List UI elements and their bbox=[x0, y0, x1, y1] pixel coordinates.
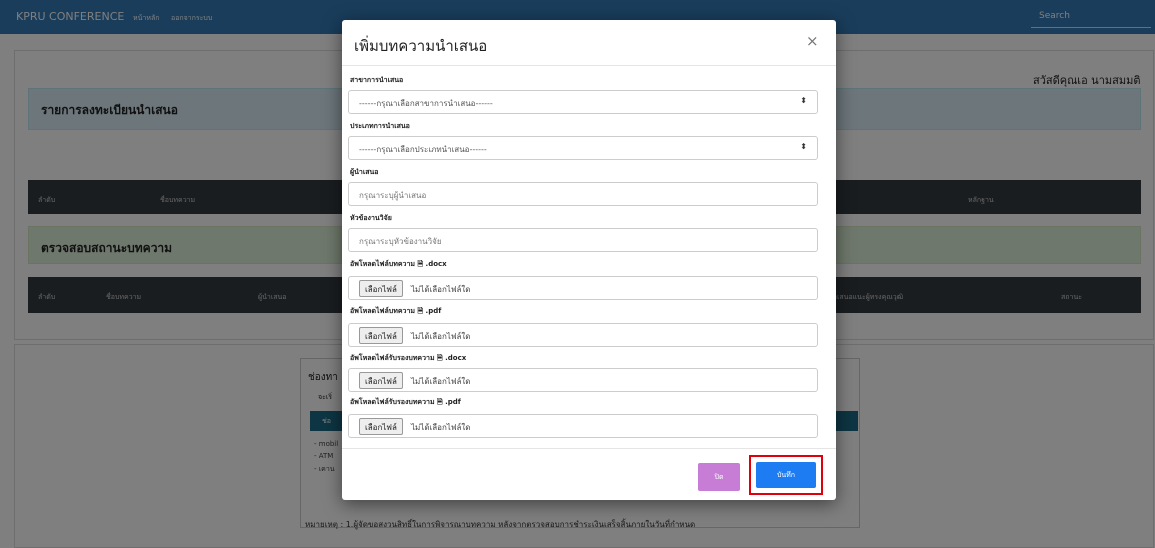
presenter-label: ผู้นำเสนอ bbox=[350, 168, 379, 176]
file-icon: 🗎 bbox=[417, 307, 424, 315]
add-article-modal: เพิ่มบทความนำเสนอ × สาขาการนำเสนอ ------… bbox=[342, 20, 836, 500]
save-button[interactable]: บันทึก bbox=[756, 462, 816, 488]
article-pdf-file-input[interactable]: เลือกไฟล์ ไม่ได้เลือกไฟล์ใด bbox=[348, 323, 818, 347]
modal-footer: ปิด บันทึก bbox=[342, 448, 836, 500]
close-icon[interactable]: × bbox=[806, 32, 819, 50]
certificate-docx-file-input[interactable]: เลือกไฟล์ ไม่ได้เลือกไฟล์ใด bbox=[348, 368, 818, 392]
research-topic-input[interactable]: กรุณาระบุหัวข้องานวิจัย bbox=[348, 228, 818, 252]
no-file-text: ไม่ได้เลือกไฟล์ใด bbox=[411, 285, 471, 294]
type-select-value: ------กรุณาเลือกประเภทนำเสนอ------ bbox=[359, 145, 487, 154]
file-icon: 🗎 bbox=[417, 260, 424, 268]
branch-label: สาขาการนำเสนอ bbox=[350, 76, 404, 84]
research-topic-label: หัวข้องานวิจัย bbox=[350, 214, 392, 222]
save-button-highlight: บันทึก bbox=[749, 455, 823, 495]
presenter-input[interactable]: กรุณาระบุผู้นำเสนอ bbox=[348, 182, 818, 206]
branch-select-value: ------กรุณาเลือกสาขาการนำเสนอ------ bbox=[359, 99, 493, 108]
no-file-text: ไม่ได้เลือกไฟล์ใด bbox=[411, 423, 471, 432]
presenter-placeholder: กรุณาระบุผู้นำเสนอ bbox=[359, 191, 427, 200]
certificate-docx-label: อัพโหลดไฟล์รับรองบทความ 🗎 .docx bbox=[350, 354, 467, 362]
file-icon: 🗎 bbox=[437, 398, 443, 406]
article-pdf-label: อัพโหลดไฟล์บทความ 🗎 .pdf bbox=[350, 307, 442, 315]
type-label: ประเภทการนำเสนอ bbox=[350, 122, 410, 130]
certificate-pdf-file-input[interactable]: เลือกไฟล์ ไม่ได้เลือกไฟล์ใด bbox=[348, 414, 818, 438]
modal-title: เพิ่มบทความนำเสนอ bbox=[354, 37, 488, 55]
type-select[interactable]: ------กรุณาเลือกประเภทนำเสนอ------ ⬍ bbox=[348, 136, 818, 160]
no-file-text: ไม่ได้เลือกไฟล์ใด bbox=[411, 377, 471, 386]
certificate-pdf-label: อัพโหลดไฟล์รับรองบทความ 🗎 .pdf bbox=[350, 398, 461, 406]
updown-arrow-icon: ⬍ bbox=[800, 96, 807, 105]
close-button[interactable]: ปิด bbox=[698, 463, 740, 491]
modal-header: เพิ่มบทความนำเสนอ × bbox=[342, 20, 836, 66]
choose-file-button[interactable]: เลือกไฟล์ bbox=[359, 372, 403, 389]
article-docx-label: อัพโหลดไฟล์บทความ 🗎 .docx bbox=[350, 260, 447, 268]
choose-file-button[interactable]: เลือกไฟล์ bbox=[359, 280, 403, 297]
branch-select[interactable]: ------กรุณาเลือกสาขาการนำเสนอ------ ⬍ bbox=[348, 90, 818, 114]
no-file-text: ไม่ได้เลือกไฟล์ใด bbox=[411, 332, 471, 341]
file-icon: 🗎 bbox=[437, 354, 443, 362]
updown-arrow-icon: ⬍ bbox=[800, 142, 807, 151]
choose-file-button[interactable]: เลือกไฟล์ bbox=[359, 418, 403, 435]
article-docx-file-input[interactable]: เลือกไฟล์ ไม่ได้เลือกไฟล์ใด bbox=[348, 276, 818, 300]
research-topic-placeholder: กรุณาระบุหัวข้องานวิจัย bbox=[359, 237, 442, 246]
choose-file-button[interactable]: เลือกไฟล์ bbox=[359, 327, 403, 344]
